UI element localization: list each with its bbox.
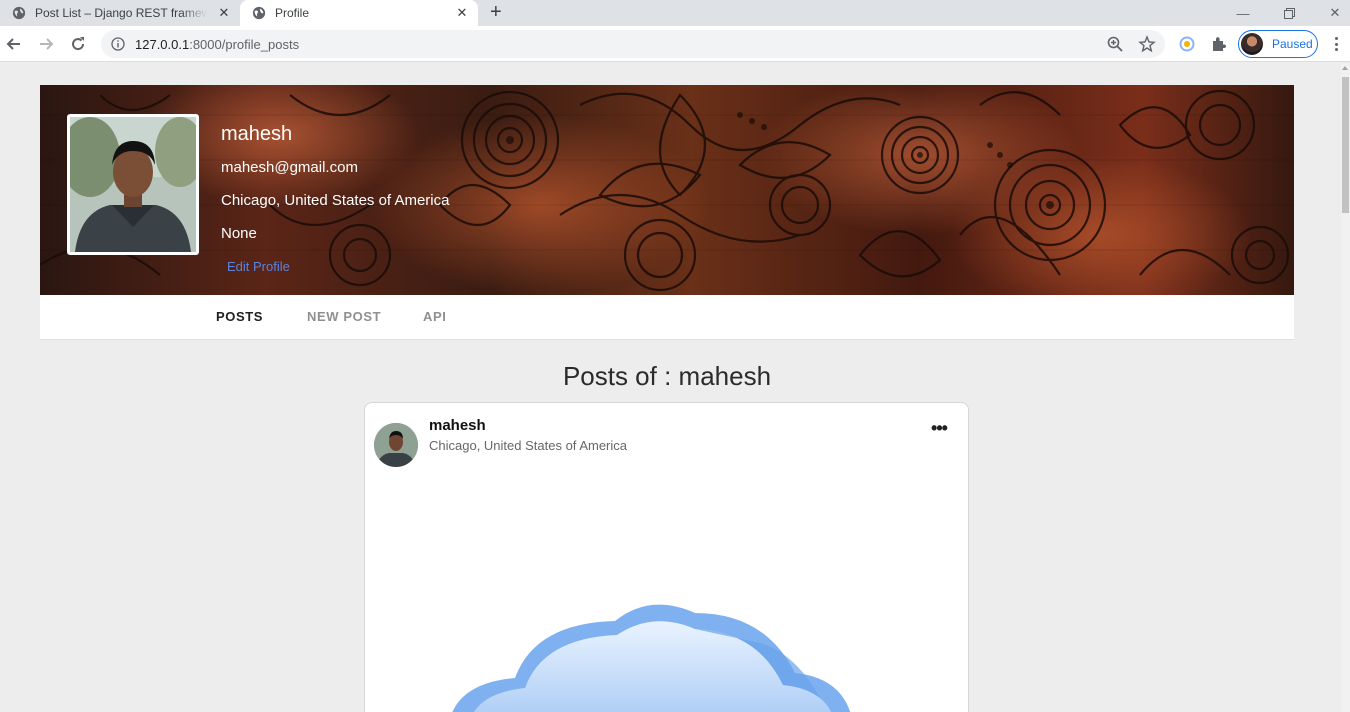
browser-toolbar: 127.0.0.1:8000/profile_posts Paused: [0, 26, 1350, 62]
profile-name: mahesh: [221, 123, 293, 145]
scrollbar-thumb[interactable]: [1342, 77, 1349, 213]
tab-title: Post List – Django REST framework: [35, 6, 207, 20]
nav-tab-new-post[interactable]: NEW POST: [307, 309, 381, 324]
bookmark-star-icon[interactable]: [1138, 35, 1156, 53]
site-info-icon[interactable]: [111, 37, 125, 51]
page-scrollbar[interactable]: [1341, 63, 1350, 712]
globe-icon: [12, 6, 26, 20]
globe-icon: [252, 6, 266, 20]
reload-icon[interactable]: [66, 32, 90, 56]
edit-profile-link[interactable]: Edit Profile: [227, 259, 290, 274]
profile-status-label: Paused: [1272, 37, 1313, 51]
profile-banner: mahesh mahesh@gmail.com Chicago, United …: [40, 85, 1294, 295]
browser-tab-post-list[interactable]: Post List – Django REST framework ✕: [0, 0, 240, 26]
post-card: mahesh Chicago, United States of America…: [364, 402, 969, 712]
url-text: 127.0.0.1:8000/profile_posts: [135, 37, 300, 52]
extension-badge-icon[interactable]: [1178, 35, 1196, 53]
close-window-icon[interactable]: ✕: [1312, 0, 1350, 26]
profile-location: Chicago, United States of America: [221, 192, 450, 209]
cloud-image: [452, 604, 851, 712]
minimize-icon[interactable]: —: [1220, 0, 1266, 26]
profile-paused-button[interactable]: Paused: [1238, 30, 1318, 58]
post-author-avatar[interactable]: [374, 423, 418, 467]
address-bar[interactable]: 127.0.0.1:8000/profile_posts: [101, 30, 1165, 58]
extensions-puzzle-icon[interactable]: [1210, 35, 1228, 53]
profile-photo-image: [70, 117, 196, 252]
zoom-icon[interactable]: [1106, 35, 1124, 53]
profile-bio: None: [221, 225, 257, 242]
forward-arrow-icon[interactable]: [34, 32, 58, 56]
browser-menu-icon[interactable]: [1328, 36, 1344, 52]
scroll-up-arrow-icon[interactable]: [1342, 66, 1348, 70]
nav-tab-posts[interactable]: POSTS: [216, 309, 263, 324]
close-tab-icon[interactable]: ✕: [454, 5, 470, 21]
posts-heading: Posts of : mahesh: [562, 361, 772, 391]
browser-tab-strip: Post List – Django REST framework ✕ Prof…: [0, 0, 1350, 26]
more-horizontal-icon[interactable]: •••: [928, 418, 950, 438]
nav-tab-api[interactable]: API: [423, 309, 446, 324]
restore-icon[interactable]: [1266, 0, 1312, 26]
profile-avatar: [67, 114, 199, 255]
profile-email: mahesh@gmail.com: [221, 159, 358, 176]
new-tab-icon[interactable]: +: [490, 2, 502, 22]
browser-tab-profile[interactable]: Profile ✕: [240, 0, 478, 26]
profile-nav: POSTS NEW POST API: [40, 295, 1294, 340]
page-viewport: mahesh mahesh@gmail.com Chicago, United …: [0, 63, 1341, 712]
tab-title: Profile: [275, 6, 310, 20]
author-photo-image: [374, 423, 418, 467]
post-author[interactable]: mahesh: [429, 417, 486, 434]
post-location: Chicago, United States of America: [429, 438, 627, 453]
back-arrow-icon[interactable]: [2, 32, 26, 56]
close-tab-icon[interactable]: ✕: [216, 5, 232, 21]
avatar: [1241, 33, 1263, 55]
